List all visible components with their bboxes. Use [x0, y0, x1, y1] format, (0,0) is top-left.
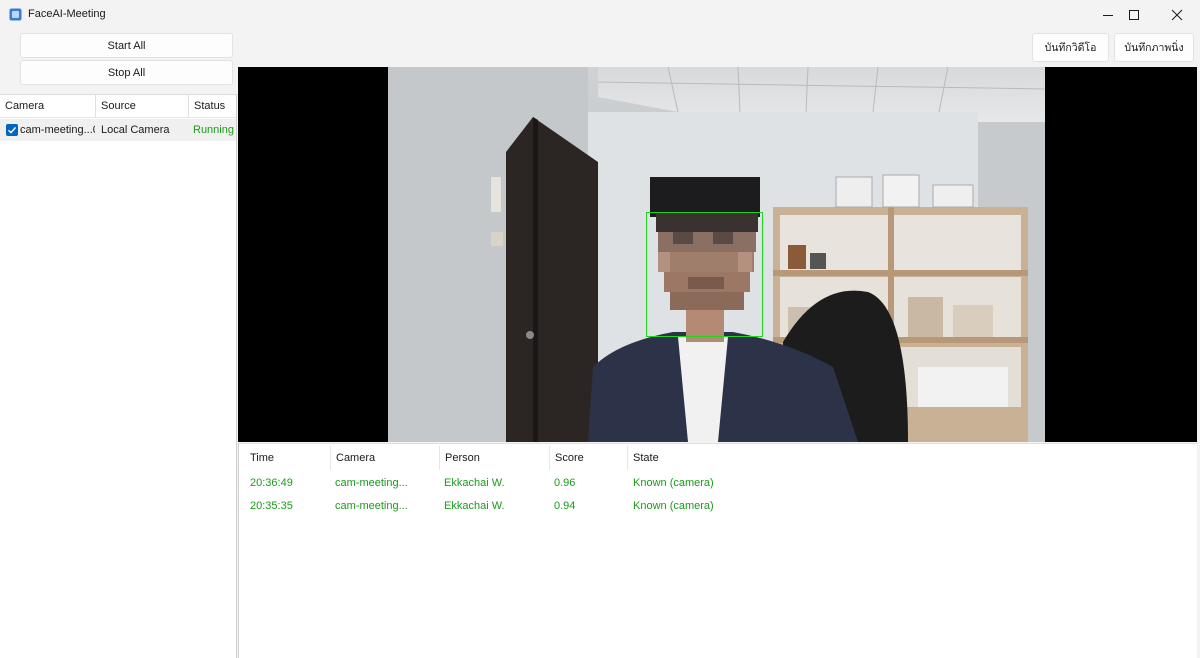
header-state[interactable]: State [627, 446, 747, 470]
event-camera: cam-meeting... [335, 500, 408, 512]
event-score: 0.96 [554, 477, 576, 489]
maximize-button[interactable] [1111, 0, 1157, 30]
camera-row[interactable]: cam-meeting...0 Local Camera Running [0, 119, 236, 141]
start-all-button[interactable]: Start All [20, 33, 233, 58]
window-title: FaceAI-Meeting [28, 8, 106, 20]
header-person[interactable]: Person [439, 446, 549, 470]
record-video-button[interactable]: บันทึกวิดีโอ [1032, 33, 1109, 62]
header-source[interactable]: Source [95, 95, 188, 117]
event-person: Ekkachai W. [444, 500, 505, 512]
camera-list: Camera Source Status cam-meeting...0 Loc… [0, 94, 237, 658]
event-camera: cam-meeting... [335, 477, 408, 489]
video-feed[interactable] [238, 67, 1197, 442]
event-row[interactable]: 20:36:49 cam-meeting... Ekkachai W. 0.96… [239, 472, 1197, 494]
maximize-icon [1129, 10, 1139, 20]
header-status[interactable]: Status [188, 95, 236, 117]
event-time: 20:36:49 [250, 477, 293, 489]
check-icon [8, 126, 17, 134]
camera-list-header: Camera Source Status [0, 95, 236, 118]
app-icon [9, 8, 22, 21]
snapshot-button[interactable]: บันทึกภาพนิ่ง [1114, 33, 1194, 62]
close-icon [1171, 9, 1183, 21]
camera-checkbox[interactable] [6, 124, 18, 136]
header-camera[interactable]: Camera [330, 446, 438, 470]
event-state: Known (camera) [633, 477, 714, 489]
event-person: Ekkachai W. [444, 477, 505, 489]
face-detection-box [646, 212, 763, 337]
event-time: 20:35:35 [250, 500, 293, 512]
header-camera[interactable]: Camera [0, 95, 95, 117]
close-button[interactable] [1154, 0, 1200, 30]
stop-all-button[interactable]: Stop All [20, 60, 233, 85]
header-time[interactable]: Time [250, 444, 330, 472]
title-bar: FaceAI-Meeting [0, 0, 1200, 30]
camera-panel: Start All Stop All Camera Source Status … [0, 30, 237, 658]
event-row[interactable]: 20:35:35 cam-meeting... Ekkachai W. 0.94… [239, 495, 1197, 517]
event-score: 0.94 [554, 500, 576, 512]
event-state: Known (camera) [633, 500, 714, 512]
camera-name: cam-meeting...0 [20, 124, 95, 136]
header-score[interactable]: Score [549, 446, 627, 470]
camera-status: Running [193, 124, 234, 136]
camera-source: Local Camera [101, 124, 170, 136]
events-header: Time Camera Person Score State [239, 444, 1197, 472]
detection-events-table: Time Camera Person Score State 20:36:49 … [238, 443, 1197, 658]
